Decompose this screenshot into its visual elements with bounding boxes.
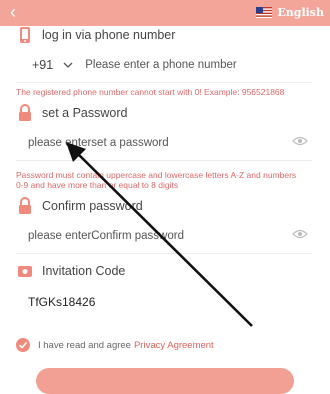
- agreement-text: I have read and agree: [38, 339, 131, 351]
- invitation-icon: [18, 266, 32, 277]
- invitation-section-header: Invitation Code: [16, 262, 125, 280]
- agreement-row: I have read and agree Privacy Agreement: [16, 338, 214, 352]
- password-input[interactable]: please enterset a password: [28, 137, 169, 149]
- password-warning: Password must contain uppercase and lowe…: [16, 170, 297, 190]
- chevron-down-icon[interactable]: [63, 60, 73, 70]
- lock-icon: [19, 197, 31, 214]
- phone-label: log in via phone number: [42, 28, 176, 42]
- invitation-input-row[interactable]: TfGKs18426: [16, 285, 312, 319]
- confirm-password-label: Confirm password: [42, 199, 143, 213]
- back-arrow-icon[interactable]: ‹: [10, 3, 16, 21]
- eye-icon[interactable]: [292, 135, 308, 147]
- phone-icon: [20, 27, 30, 43]
- password-section-header: set a Password: [16, 104, 127, 122]
- lock-icon: [19, 104, 31, 121]
- register-button[interactable]: [36, 368, 294, 394]
- confirm-password-section-header: Confirm password: [16, 197, 143, 215]
- language-selector[interactable]: English: [256, 6, 324, 19]
- us-flag-icon: [256, 7, 273, 18]
- privacy-agreement-link[interactable]: Privacy Agreement: [134, 340, 214, 351]
- invitation-code-input[interactable]: TfGKs18426: [28, 295, 95, 309]
- password-input-row[interactable]: please enterset a password: [16, 126, 312, 161]
- country-code[interactable]: +91: [32, 58, 53, 72]
- phone-input[interactable]: Please enter a phone number: [85, 59, 237, 71]
- eye-icon[interactable]: [292, 228, 308, 240]
- language-label: English: [277, 6, 324, 19]
- checkbox-checked-icon[interactable]: [16, 338, 30, 352]
- phone-input-row[interactable]: +91 Please enter a phone number: [16, 48, 312, 83]
- top-bar: ‹ English: [0, 0, 330, 26]
- confirm-password-input[interactable]: please enterConfirm password: [28, 230, 184, 242]
- invitation-label: Invitation Code: [42, 264, 126, 278]
- password-label: set a Password: [42, 106, 128, 120]
- confirm-password-input-row[interactable]: please enterConfirm password: [16, 219, 312, 254]
- phone-section-header: log in via phone number: [16, 26, 175, 44]
- phone-warning: The registered phone number cannot start…: [16, 87, 285, 97]
